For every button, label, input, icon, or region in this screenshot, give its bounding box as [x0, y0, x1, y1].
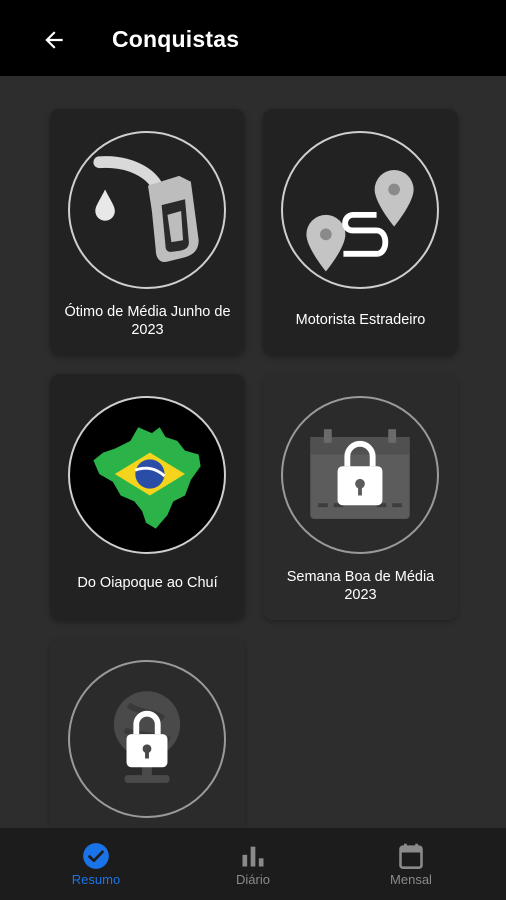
tab-resumo[interactable]: Resumo: [12, 828, 180, 900]
achievement-badge: [281, 396, 439, 554]
tab-label: Diário: [236, 872, 270, 887]
locked-globe-icon: [113, 691, 181, 783]
achievement-label: Ótimo de Média Junho de 2023: [64, 304, 231, 338]
achievement-badge: [68, 396, 226, 554]
fuel-pump-icon: [93, 156, 199, 263]
achievement-card-locked[interactable]: [50, 638, 245, 828]
achievement-label: Motorista Estradeiro: [295, 312, 426, 328]
achievement-card-road[interactable]: Motorista Estradeiro: [263, 109, 458, 355]
tab-label: Resumo: [71, 872, 121, 887]
achievement-card-brazil[interactable]: Do Oiapoque ao Chuí: [50, 374, 245, 620]
app-bar: Conquistas: [0, 0, 506, 76]
achievement-badge: [68, 660, 226, 818]
map-route-icon: [306, 170, 414, 272]
tab-mensal[interactable]: Mensal: [327, 828, 495, 900]
bar-chart-icon: [242, 846, 264, 867]
arrow-left-icon: [45, 31, 63, 49]
calendar-icon: [399, 843, 423, 869]
back-button[interactable]: [38, 24, 70, 56]
achievements-grid: Ótimo de Média Junho de 2023 Motorista E…: [0, 76, 506, 828]
achievement-card-fuel[interactable]: Ótimo de Média Junho de 2023: [50, 109, 245, 355]
achievement-label: Semana Boa de Média 2023: [286, 569, 435, 603]
tab-diario[interactable]: Diário: [169, 828, 337, 900]
brazil-map-icon: [93, 427, 201, 529]
tab-label: Mensal: [390, 872, 432, 887]
achievement-badge: [68, 131, 226, 289]
locked-calendar-icon: [310, 429, 410, 519]
check-circle-icon: [83, 843, 109, 869]
bottom-navigation: Resumo Diário Mensal: [0, 828, 506, 900]
achievement-label: Do Oiapoque ao Chuí: [77, 575, 218, 591]
achievement-badge: [281, 131, 439, 289]
page-title: Conquistas: [112, 26, 240, 52]
achievement-card-locked-week[interactable]: Semana Boa de Média 2023: [263, 374, 458, 620]
